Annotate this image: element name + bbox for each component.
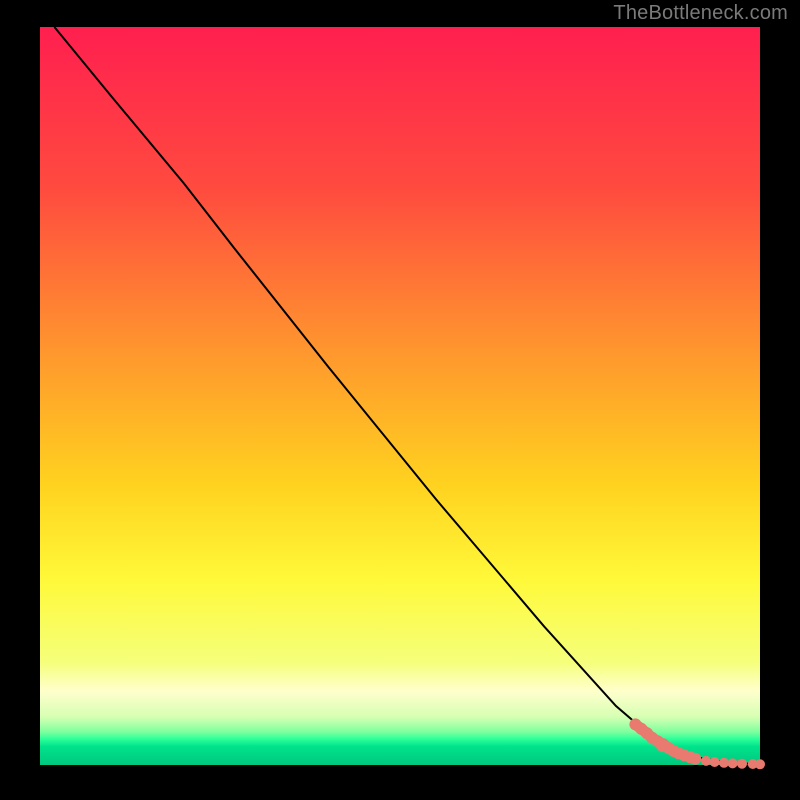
tail-marker [710, 757, 720, 767]
tail-marker [728, 758, 738, 768]
tail-marker [755, 759, 765, 769]
tail-marker [689, 753, 701, 765]
gradient-background [40, 27, 760, 765]
tail-marker [719, 758, 729, 768]
tail-marker [701, 756, 711, 766]
plot-svg [0, 0, 800, 800]
tail-marker [737, 759, 747, 769]
chart-container: { "attribution": "TheBottleneck.com", "c… [0, 0, 800, 800]
